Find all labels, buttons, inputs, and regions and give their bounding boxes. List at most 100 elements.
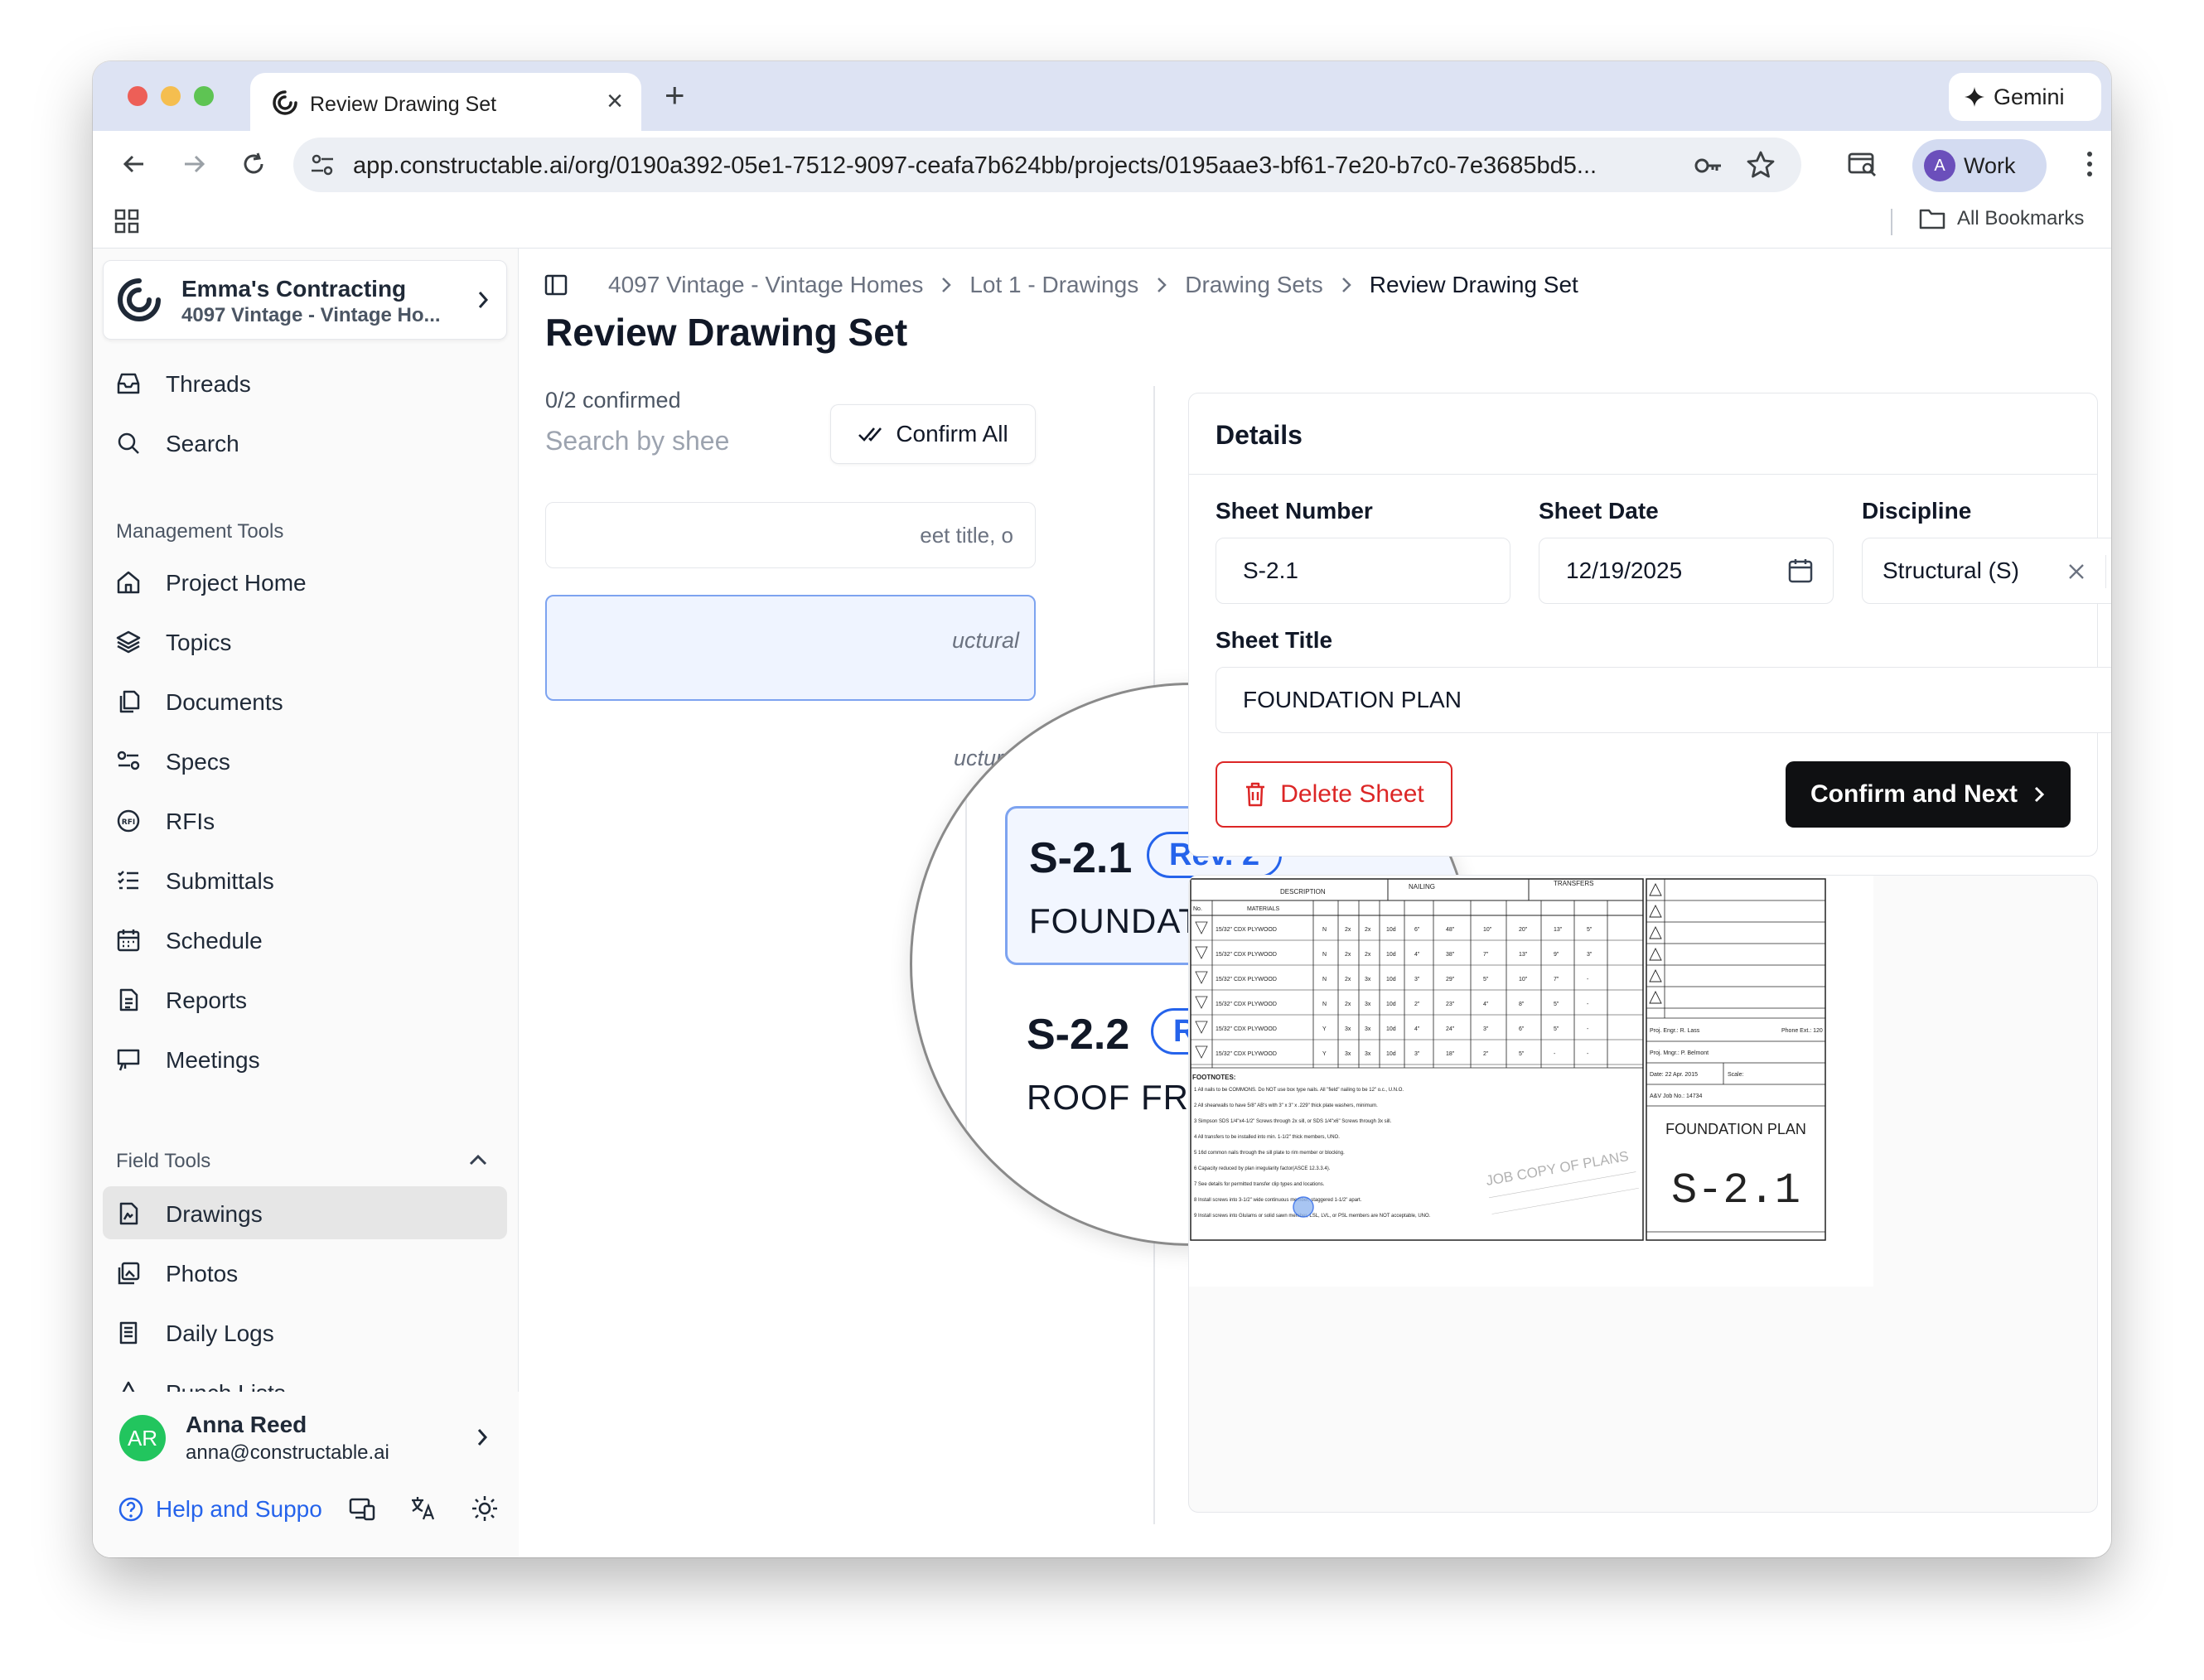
sidebar-item-label: Daily Logs [166, 1320, 274, 1346]
bookmark-star-icon[interactable] [1745, 149, 1776, 181]
drawing-cell: 15/32" CDX PLYWOOD [1216, 1002, 1277, 1007]
magnified-divider [965, 784, 967, 1243]
drawing-cell: 4" [1414, 1026, 1420, 1032]
gemini-button[interactable]: Gemini [1949, 73, 2101, 121]
browser-menu-button[interactable] [2070, 144, 2110, 184]
drawing-cell: 2" [1483, 1051, 1489, 1057]
tab-search-button[interactable] [1843, 144, 1883, 184]
breadcrumb-chevron-icon [1158, 278, 1167, 292]
search-placeholder: eet title, o [920, 523, 1013, 548]
drawing-preview[interactable]: DESCRIPTION NAILING TRANSFERS No. MATERI… [1188, 875, 2098, 1513]
url-text: app.constructable.ai/org/0190a392-05e1-7… [353, 152, 1597, 179]
reload-button[interactable] [234, 144, 273, 184]
confirmed-count: 0/2 confirmed [545, 388, 681, 413]
all-bookmarks-button[interactable]: All Bookmarks [1919, 207, 2084, 230]
tab-close-icon[interactable]: × [607, 84, 623, 118]
drawing-cell: 10d [1386, 1002, 1396, 1007]
sidebar-item-rfis[interactable]: RFI RFIs [103, 794, 507, 847]
sidebar-item-schedule[interactable]: Schedule [103, 913, 507, 966]
tab-search-icon [1848, 152, 1876, 176]
browser-tab[interactable]: Review Drawing Set × [250, 73, 641, 131]
drawing-cell: 2x [1345, 927, 1351, 933]
main-content: 4097 Vintage - Vintage Homes Lot 1 - Dra… [519, 249, 2111, 1557]
folder-icon [1919, 209, 1945, 229]
clear-icon[interactable] [2066, 562, 2086, 582]
forward-button[interactable] [174, 144, 214, 184]
drawing-cell: 23" [1446, 1002, 1455, 1007]
sidebar-item-specs[interactable]: Specs [103, 734, 507, 787]
new-tab-button[interactable]: + [665, 75, 685, 116]
sidebar-item-label: Project Home [166, 570, 307, 596]
details-header: Details [1189, 393, 2097, 475]
close-window-button[interactable] [128, 86, 147, 106]
sidebar-toggle-icon[interactable] [544, 273, 568, 297]
translate-icon[interactable] [409, 1494, 437, 1523]
drawing-cell: 10d [1386, 927, 1396, 933]
cursor-highlight [1293, 1196, 1314, 1218]
checklist-icon [118, 871, 138, 890]
apps-grid-icon[interactable] [114, 209, 139, 234]
drawing-cell: 10d [1386, 952, 1396, 958]
details-title: Details [1216, 420, 1303, 450]
app-root: Emma's Contracting 4097 Vintage - Vintag… [93, 249, 2111, 1557]
drawing-manager: Proj. Mngr.: P. Belmont [1650, 1050, 1709, 1056]
sidebar-item-photos[interactable]: Photos [103, 1246, 507, 1299]
user-menu[interactable]: AR Anna Reed anna@constructable.ai Help … [93, 1392, 519, 1557]
breadcrumb-item-project[interactable]: 4097 Vintage - Vintage Homes [608, 272, 923, 298]
sidebar-item-submittals[interactable]: Submittals [103, 853, 507, 906]
breadcrumb-item-lot[interactable]: Lot 1 - Drawings [969, 272, 1138, 298]
sidebar-item-daily-logs[interactable]: Daily Logs [103, 1306, 507, 1359]
drawing-cell: 2x [1345, 1002, 1351, 1007]
profile-button[interactable]: A Work [1912, 139, 2047, 192]
sheet-search-input[interactable]: eet title, o [545, 502, 1036, 568]
sidebar-item-reports[interactable]: Reports [103, 973, 507, 1026]
sun-icon[interactable] [471, 1494, 499, 1523]
sidebar-item-drawings[interactable]: Drawings [103, 1186, 507, 1239]
org-project-name: 4097 Vintage - Vintage Ho... [181, 304, 441, 326]
sidebar-item-punch-lists[interactable]: Punch Lists [103, 1365, 507, 1392]
minimize-window-button[interactable] [161, 86, 181, 106]
drawing-footnote: 9 Install screws into Glulams or solid s… [1194, 1214, 1431, 1219]
maximize-window-button[interactable] [194, 86, 214, 106]
drawing-cell: 7" [1483, 952, 1489, 958]
sidebar-item-search[interactable]: Search [103, 416, 507, 469]
drawing-cell: 3x [1365, 977, 1371, 982]
drawing-cell: 15/32" CDX PLYWOOD [1216, 952, 1277, 958]
search-ghost-text: Search by shee [545, 426, 730, 456]
drawing-cell: N [1322, 1002, 1327, 1007]
drawing-cell: Y [1322, 1051, 1327, 1057]
confirm-and-next-button[interactable]: Confirm and Next [1786, 761, 2071, 828]
sidebar-item-topics[interactable]: Topics [103, 615, 507, 668]
drawing-cell: 15/32" CDX PLYWOOD [1216, 1026, 1277, 1032]
drawings-icon [119, 1202, 138, 1225]
sidebar-item-project-home[interactable]: Project Home [103, 555, 507, 608]
chevron-up-icon[interactable] [467, 1151, 489, 1168]
org-switcher[interactable]: Emma's Contracting 4097 Vintage - Vintag… [103, 260, 507, 340]
sidebar-item-documents[interactable]: Documents [103, 674, 507, 727]
discipline-select[interactable]: Structural (S) [1862, 538, 2111, 604]
drawing-footnote: 4 All transfers to be installed into min… [1194, 1135, 1340, 1140]
confirm-all-button[interactable]: Confirm All [830, 404, 1036, 464]
punch-list-icon [122, 1381, 135, 1392]
help-link[interactable]: Help and Suppo [118, 1496, 322, 1523]
delete-sheet-button[interactable]: Delete Sheet [1216, 761, 1452, 828]
address-bar[interactable]: app.constructable.ai/org/0190a392-05e1-7… [293, 138, 1801, 192]
sidebar-item-meetings[interactable]: Meetings [103, 1032, 507, 1085]
sheet-title-input[interactable]: FOUNDATION PLAN [1216, 667, 2111, 733]
device-icon[interactable] [348, 1494, 376, 1523]
breadcrumb-item-drawing-sets[interactable]: Drawing Sets [1185, 272, 1323, 298]
sidebar-item-label: Search [166, 431, 239, 456]
back-button[interactable] [114, 144, 154, 184]
sidebar-item-threads[interactable]: Threads [103, 356, 507, 409]
calendar-icon[interactable] [1786, 557, 1815, 585]
sheet-date-input[interactable]: 12/19/2025 [1539, 538, 1834, 604]
sheet-list-item[interactable]: uctural [545, 595, 1036, 701]
trash-icon [1246, 782, 1265, 807]
password-key-icon[interactable] [1694, 151, 1723, 181]
profile-avatar: A [1924, 150, 1955, 181]
sidebar-item-label: Reports [166, 987, 248, 1013]
drawing-cell: 10d [1386, 977, 1396, 982]
drawing-cell: Y [1322, 1026, 1327, 1032]
sheet-number-input[interactable]: S-2.1 [1216, 538, 1510, 604]
drawing-sheet-image: DESCRIPTION NAILING TRANSFERS No. MATERI… [1189, 876, 1873, 1287]
